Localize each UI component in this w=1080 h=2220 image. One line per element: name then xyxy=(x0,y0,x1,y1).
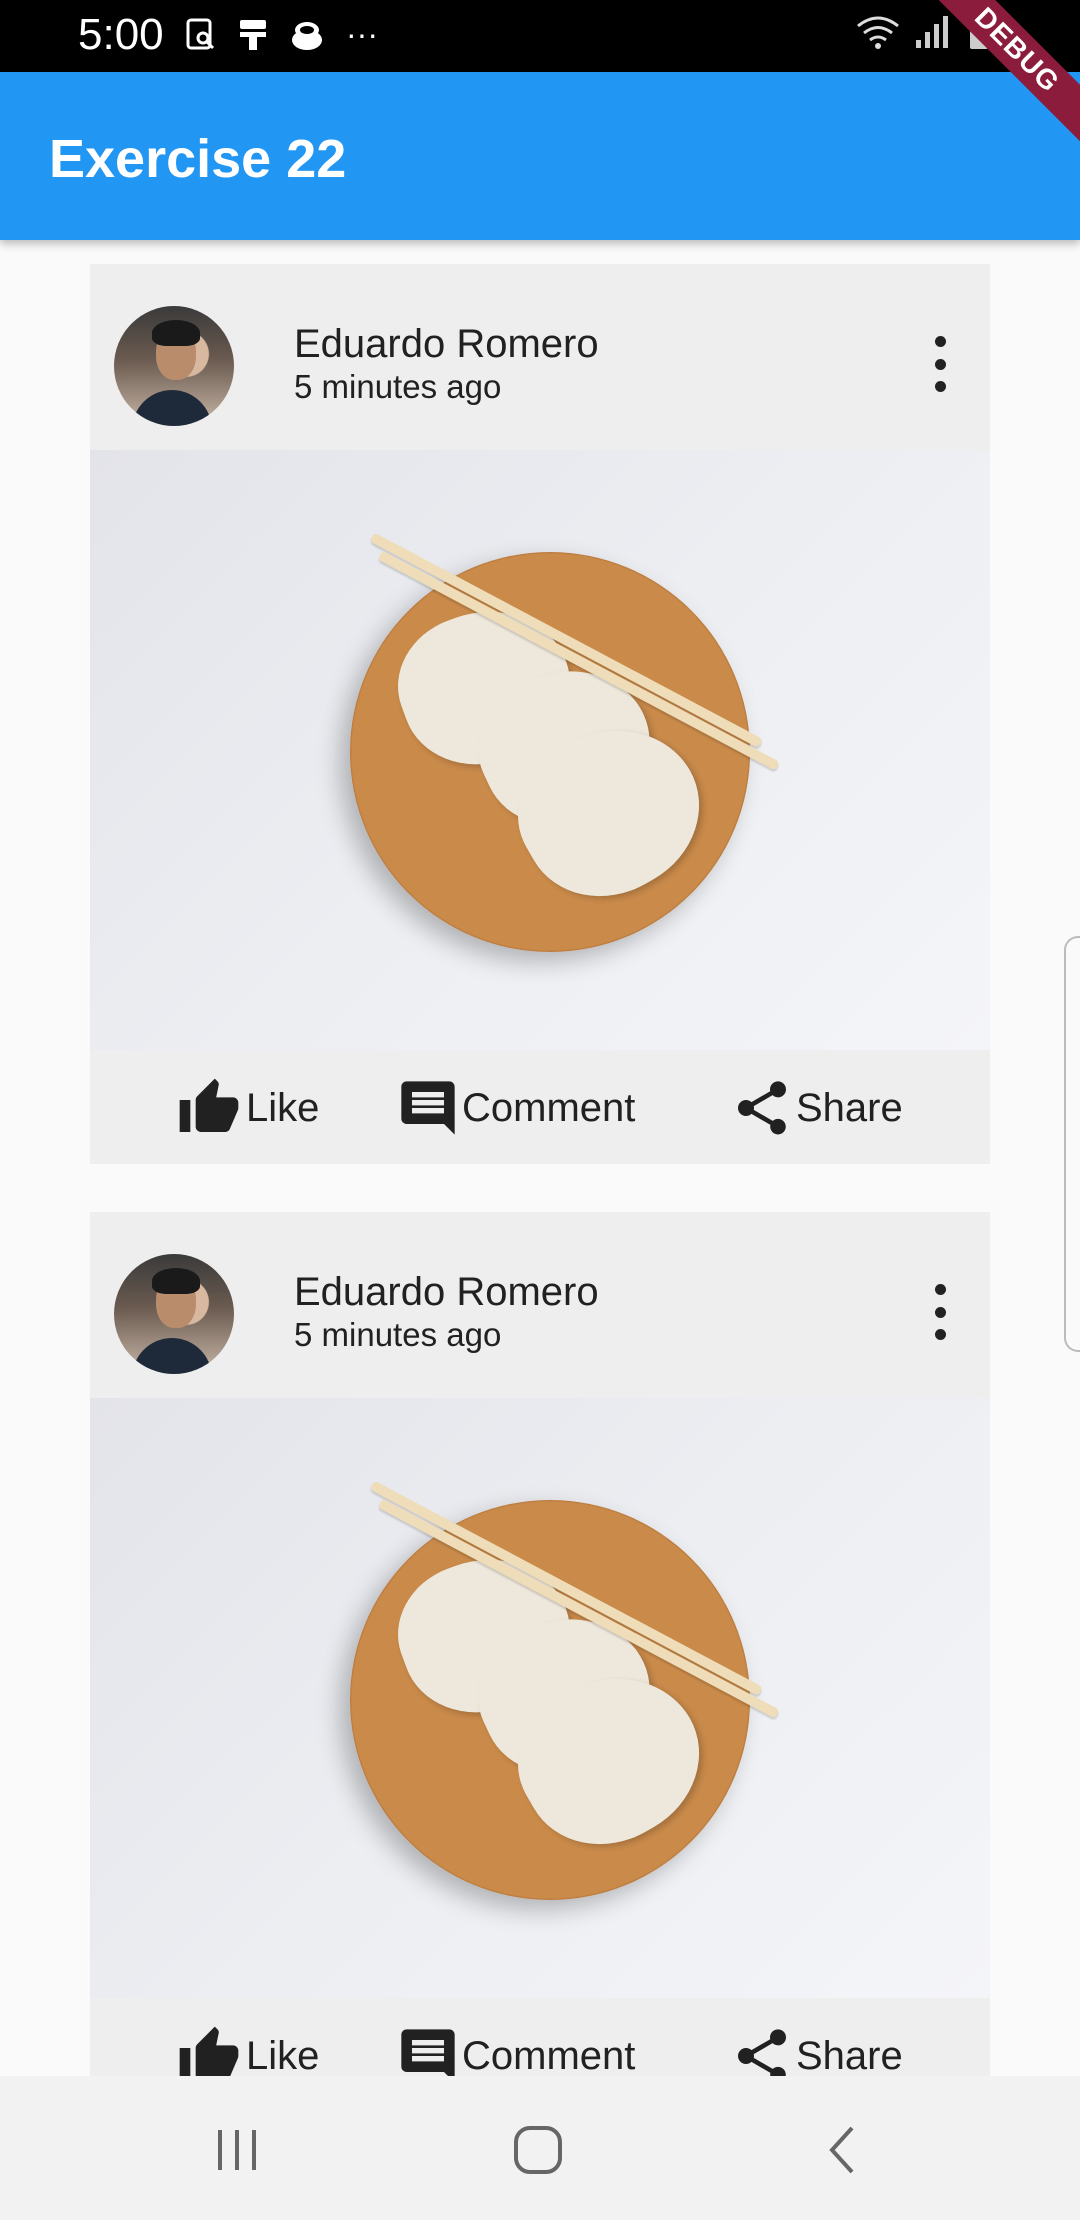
comment-icon xyxy=(401,2029,455,2076)
avatar[interactable] xyxy=(114,1254,234,1374)
share-icon xyxy=(738,2029,786,2076)
coffee-icon xyxy=(292,21,322,50)
post-image xyxy=(90,1398,990,1998)
post-card: Eduardo Romero 5 minutes ago Like Commen… xyxy=(90,264,990,1164)
signal-icon xyxy=(916,16,948,48)
app-bar: Exercise 22 xyxy=(0,72,1080,240)
comment-icon xyxy=(401,1081,455,1135)
like-button[interactable]: Like xyxy=(174,1076,319,1140)
paint-roller-icon xyxy=(240,19,266,50)
post-card: Eduardo Romero 5 minutes ago Like Commen… xyxy=(90,1212,990,2076)
screenshot-icon xyxy=(186,18,215,49)
comment-label: Comment xyxy=(462,1085,636,1130)
share-button[interactable]: Share xyxy=(730,2024,903,2076)
like-label: Like xyxy=(246,2033,320,2077)
comment-button[interactable]: Comment xyxy=(396,1076,635,1140)
post-image xyxy=(90,450,990,1050)
thumb-up-icon xyxy=(179,1078,239,1132)
like-button[interactable]: Like xyxy=(174,2024,319,2076)
status-bar: 5:00 ··· xyxy=(0,0,1080,72)
post-actions: Like Comment Share xyxy=(90,1998,990,2076)
system-nav-bar xyxy=(0,2076,1080,2220)
wifi-icon xyxy=(857,16,899,49)
share-label: Share xyxy=(796,2033,903,2077)
post-feed[interactable]: Eduardo Romero 5 minutes ago Like Commen… xyxy=(0,240,1080,2076)
author-name[interactable]: Eduardo Romero xyxy=(294,1270,599,1315)
share-icon xyxy=(738,1081,786,1135)
post-time: 5 minutes ago xyxy=(294,368,502,405)
more-notifications: ··· xyxy=(346,16,378,52)
more-vert-icon[interactable] xyxy=(930,1284,950,1340)
post-time: 5 minutes ago xyxy=(294,1316,502,1353)
recent-apps-icon[interactable] xyxy=(207,2122,267,2178)
like-label: Like xyxy=(246,1085,320,1130)
post-header: Eduardo Romero 5 minutes ago xyxy=(90,1212,990,1398)
more-vert-icon[interactable] xyxy=(930,336,950,392)
page-title: Exercise 22 xyxy=(49,129,347,189)
back-icon[interactable] xyxy=(812,2122,872,2178)
notification-icons: ··· xyxy=(186,16,378,53)
post-header: Eduardo Romero 5 minutes ago xyxy=(90,264,990,450)
comment-label: Comment xyxy=(462,2033,636,2077)
author-name[interactable]: Eduardo Romero xyxy=(294,322,599,367)
home-icon[interactable] xyxy=(508,2122,568,2178)
comment-button[interactable]: Comment xyxy=(396,2024,635,2076)
thumb-up-icon xyxy=(179,2026,239,2076)
share-label: Share xyxy=(796,1085,903,1130)
status-time: 5:00 xyxy=(78,10,164,59)
post-actions: Like Comment Share xyxy=(90,1050,990,1164)
avatar[interactable] xyxy=(114,306,234,426)
share-button[interactable]: Share xyxy=(730,1076,903,1140)
scrollbar-handle[interactable] xyxy=(1064,936,1080,1352)
